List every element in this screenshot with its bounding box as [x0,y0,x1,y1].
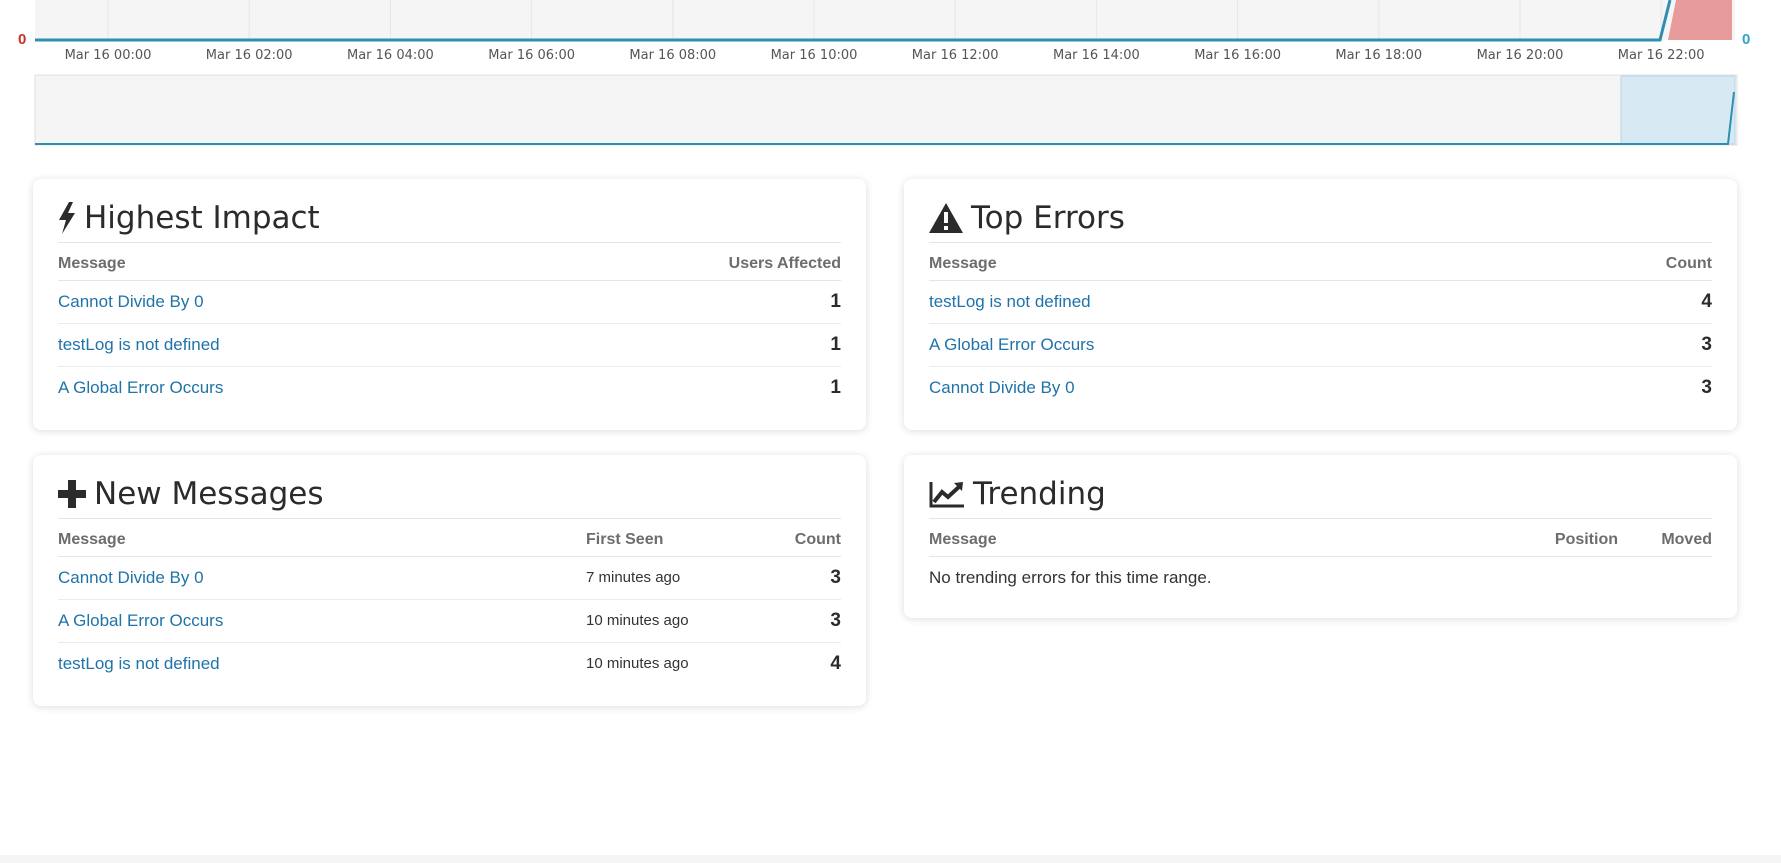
x-tick-label: Mar 16 00:00 [65,48,152,63]
empty-state-row: No trending errors for this time range. [929,556,1712,599]
x-tick-label: Mar 16 08:00 [629,48,716,63]
table-row: Cannot Divide By 0 7 minutes ago 3 [58,556,841,600]
footer-strip [0,855,1781,863]
top-errors-table: Message Count testLog is not defined 4 A… [929,243,1712,409]
x-tick-label: Mar 16 16:00 [1194,48,1281,63]
column-header-count: Count [726,519,841,557]
error-count: 4 [1540,280,1712,324]
new-messages-table: Message First Seen Count Cannot Divide B… [58,519,841,685]
bolt-icon [58,201,76,234]
users-affected-count: 1 [830,376,841,398]
x-tick-label: Mar 16 10:00 [771,48,858,63]
users-affected-count: 1 [524,323,841,367]
plus-icon [58,479,86,508]
error-timeline-chart: 0 0 Mar 16 00:00 Mar 16 02:00 Mar 16 04:00… [0,0,1781,150]
column-header-position: Position [1518,519,1618,557]
column-header-message: Message [929,243,1541,281]
plot-background [35,0,1735,40]
error-count: 3 [1540,323,1712,367]
first-seen-time: 10 minutes ago [586,655,689,673]
x-tick-label: Mar 16 22:00 [1618,48,1705,63]
table-row: A Global Error Occurs 3 [929,323,1712,367]
x-tick-label: Mar 16 02:00 [206,48,293,63]
message-link[interactable]: A Global Error Occurs [929,323,1541,367]
empty-state-text: No trending errors for this time range. [929,567,1212,587]
column-header-message: Message [929,519,1518,557]
table-row: testLog is not defined 4 [929,280,1712,324]
table-row: Cannot Divide By 0 1 [58,280,841,324]
error-count: 3 [1701,376,1712,398]
top-errors-title: Top Errors [971,199,1125,236]
message-link[interactable]: Cannot Divide By 0 [58,556,586,600]
new-messages-title: New Messages [94,475,324,512]
message-link[interactable]: A Global Error Occurs [58,599,586,643]
message-link[interactable]: testLog is not defined [929,280,1541,324]
message-count: 3 [726,556,841,600]
timeline-svg: Mar 16 00:00 Mar 16 02:00 Mar 16 04:00 Mar … [34,0,1738,146]
trending-panel: Trending Message Position Moved No trend… [904,455,1737,618]
x-axis-ticks: Mar 16 00:00 Mar 16 02:00 Mar 16 04:00 Mar … [65,48,1705,63]
column-header-first-seen: First Seen [586,519,726,557]
table-row: Cannot Divide By 0 3 [929,366,1712,409]
first-seen-time: 7 minutes ago [586,556,726,600]
message-link[interactable]: testLog is not defined [58,323,525,367]
column-header-count: Count [1540,243,1712,281]
table-row: testLog is not defined 1 [58,323,841,367]
trending-title: Trending [973,475,1106,512]
message-link[interactable]: A Global Error Occurs [58,366,524,409]
table-row: A Global Error Occurs 10 minutes ago 3 [58,599,841,643]
message-count: 4 [830,652,841,674]
new-messages-panel: New Messages Message First Seen Count Ca… [33,455,866,706]
trend-up-icon [929,480,965,508]
x-tick-label: Mar 16 14:00 [1053,48,1140,63]
x-tick-label: Mar 16 18:00 [1335,48,1422,63]
table-row: testLog is not defined 10 minutes ago 4 [58,642,841,685]
x-tick-label: Mar 16 20:00 [1477,48,1564,63]
right-axis-value: 0 [1742,31,1751,48]
error-area-series [1668,0,1732,40]
first-seen-time: 10 minutes ago [586,599,726,643]
table-row: A Global Error Occurs 1 [58,366,841,409]
highest-impact-table: Message Users Affected Cannot Divide By … [58,243,841,409]
top-errors-panel: Top Errors Message Count testLog is not … [904,179,1737,430]
message-link[interactable]: testLog is not defined [58,642,586,685]
highest-impact-title: Highest Impact [84,199,320,236]
x-tick-label: Mar 16 12:00 [912,48,999,63]
column-header-message: Message [58,519,586,557]
column-header-users-affected: Users Affected [524,243,841,281]
message-count: 3 [726,599,841,643]
trending-table: Message Position Moved No trending error… [929,519,1712,599]
new-messages-heading: New Messages [58,475,841,519]
navigator-background[interactable] [34,74,1738,146]
highest-impact-panel: Highest Impact Message Users Affected Ca… [33,179,866,430]
top-errors-heading: Top Errors [929,199,1712,243]
trending-heading: Trending [929,475,1712,519]
highest-impact-heading: Highest Impact [58,199,841,243]
users-affected-count: 1 [524,280,841,324]
dashboard-page: 0 0 Mar 16 00:00 Mar 16 02:00 Mar 16 04:00… [0,0,1781,863]
x-tick-label: Mar 16 04:00 [347,48,434,63]
x-tick-label: Mar 16 06:00 [488,48,575,63]
warning-icon [929,202,963,233]
column-header-message: Message [58,243,525,281]
message-link[interactable]: Cannot Divide By 0 [929,366,1541,409]
navigator-selection[interactable] [1620,75,1736,145]
column-header-moved: Moved [1618,519,1712,557]
left-axis-value: 0 [18,31,27,48]
message-link[interactable]: Cannot Divide By 0 [58,280,525,324]
